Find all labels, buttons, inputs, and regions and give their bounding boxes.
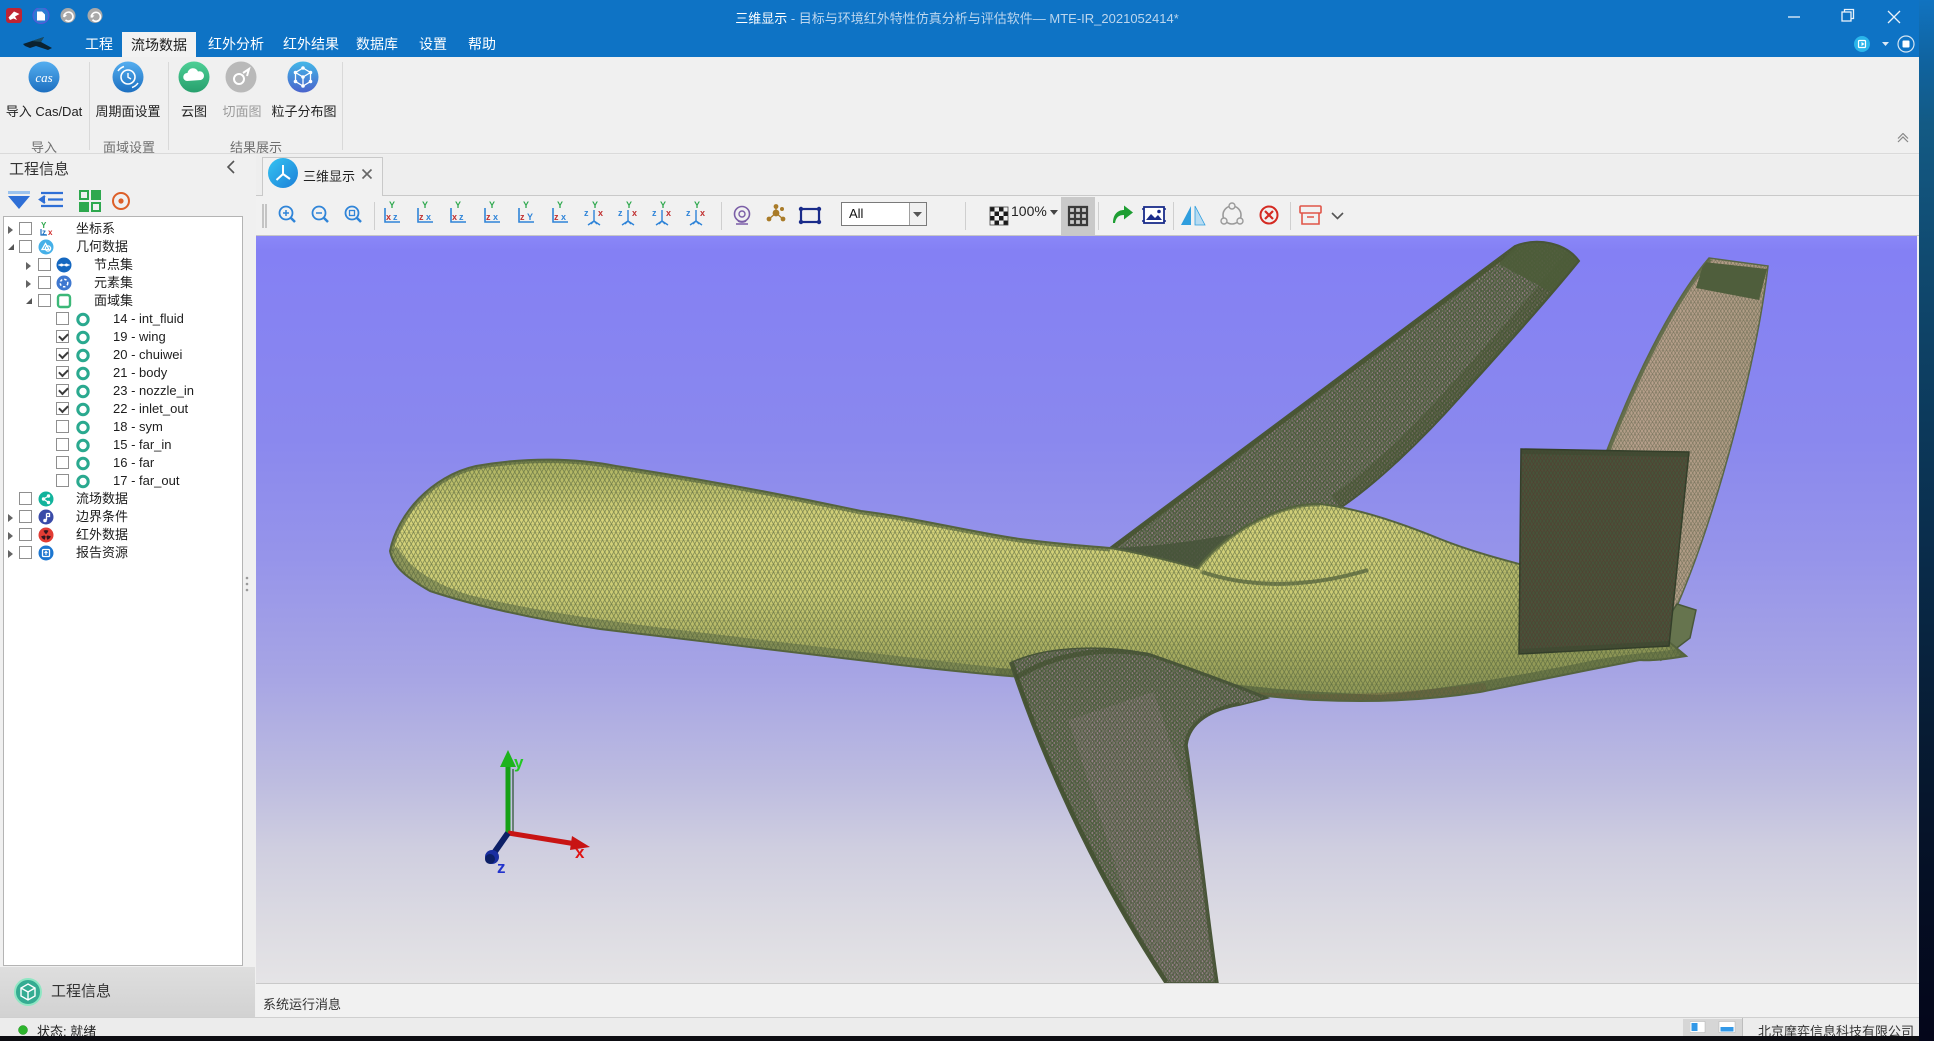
svg-text:Y: Y <box>455 200 461 210</box>
svg-text:x: x <box>700 208 705 218</box>
svg-text:z: z <box>459 212 464 222</box>
svg-text:Y: Y <box>489 200 495 210</box>
svg-text:z: z <box>497 858 506 877</box>
svg-text:z: z <box>419 212 424 222</box>
svg-text:z: z <box>520 212 525 222</box>
svg-text:x: x <box>426 212 431 222</box>
svg-text:x: x <box>48 228 53 237</box>
svg-text:Y: Y <box>523 200 529 210</box>
svg-text:x: x <box>561 212 566 222</box>
svg-text:x: x <box>386 212 391 222</box>
svg-text:z: z <box>393 212 398 222</box>
svg-text:Y: Y <box>592 200 598 210</box>
svg-text:x: x <box>666 208 671 218</box>
svg-text:cas: cas <box>35 70 52 85</box>
svg-text:Y: Y <box>660 200 666 210</box>
svg-text:z: z <box>686 208 691 218</box>
svg-text:x: x <box>575 843 585 862</box>
svg-text:Y: Y <box>527 212 533 222</box>
svg-text:y: y <box>514 753 524 772</box>
svg-text:Y: Y <box>694 200 700 210</box>
svg-text:x: x <box>598 208 603 218</box>
svg-text:x: x <box>632 208 637 218</box>
svg-text:z: z <box>652 208 657 218</box>
svg-text:z: z <box>618 208 623 218</box>
svg-text:Y: Y <box>557 200 563 210</box>
svg-text:z: z <box>42 228 46 237</box>
svg-text:Y: Y <box>626 200 632 210</box>
svg-text:z: z <box>584 208 589 218</box>
svg-text:z: z <box>486 212 491 222</box>
svg-text:Y: Y <box>389 200 395 210</box>
svg-text:Y: Y <box>422 200 428 210</box>
svg-text:z: z <box>554 212 559 222</box>
svg-text:x: x <box>493 212 498 222</box>
svg-text:x: x <box>452 212 457 222</box>
